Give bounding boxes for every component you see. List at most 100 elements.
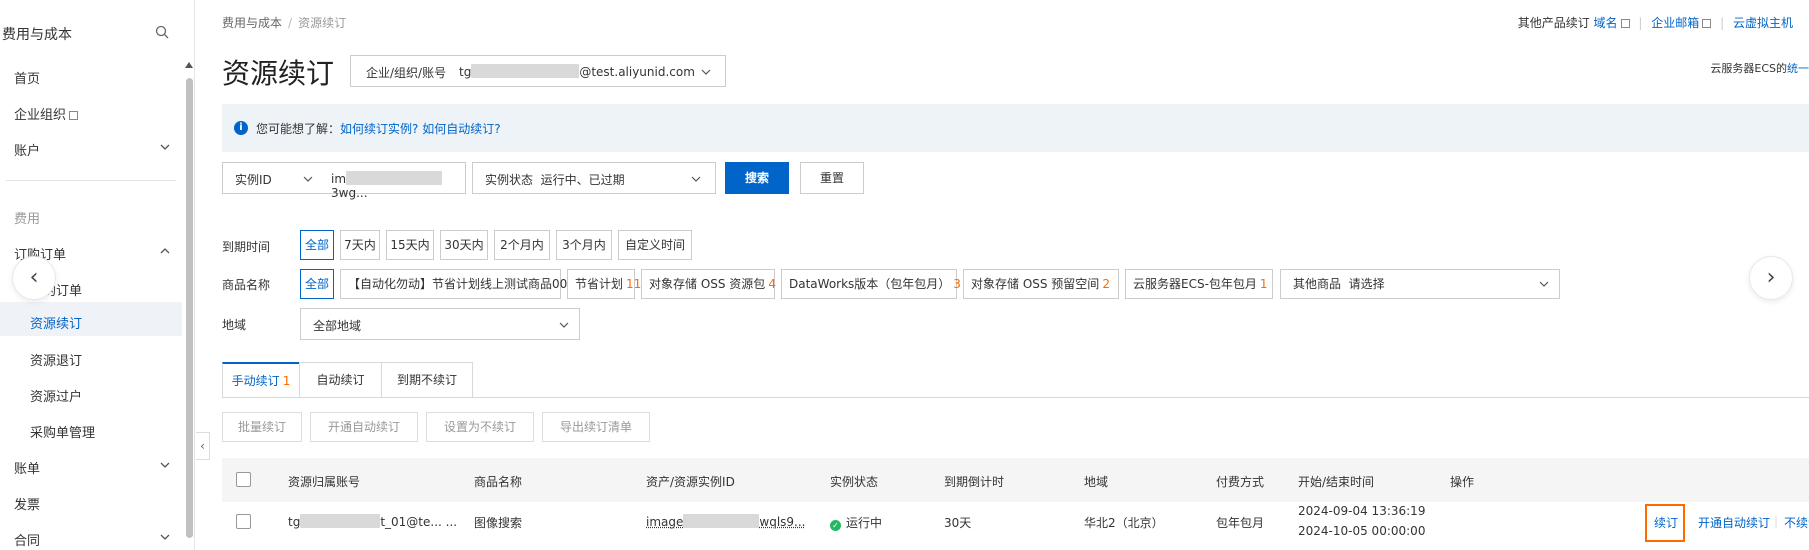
- info-link-renew[interactable]: 如何续订实例?: [340, 122, 418, 136]
- product-option[interactable]: 对象存储 OSS 资源包 4: [641, 269, 776, 299]
- chevron-down-icon: [160, 144, 170, 150]
- row-instance-id[interactable]: image wqls9...: [646, 514, 806, 529]
- region-value: 全部地域: [313, 319, 362, 333]
- sidebar-header: 费用与成本: [0, 20, 180, 46]
- chevron-down-icon: [160, 462, 170, 468]
- sidebar-item-transfer[interactable]: 资源过户: [30, 386, 82, 405]
- account-select-value: tg @test.aliyunid.com: [459, 64, 695, 79]
- expire-option-3m[interactable]: 3个月内: [556, 230, 612, 260]
- chevron-up-icon: [160, 248, 170, 254]
- search-icon[interactable]: [154, 24, 170, 40]
- account-suffix: t_01@te... ...: [380, 515, 458, 529]
- top-links: 其他产品续订 域名 | 企业邮箱 | 云虚拟主机: [1517, 16, 1793, 30]
- region-select[interactable]: 全部地域: [300, 308, 580, 340]
- sidebar-scrollbar[interactable]: [184, 62, 193, 550]
- sidebar-item-contract[interactable]: 合同: [14, 530, 40, 549]
- sidebar-item-home[interactable]: 首页: [14, 68, 40, 87]
- check-circle-icon: ✓: [830, 520, 841, 531]
- expire-option-15d[interactable]: 15天内: [386, 230, 434, 260]
- enable-auto-renew-link[interactable]: 开通自动续订: [1698, 514, 1770, 531]
- expire-option-7d[interactable]: 7天内: [340, 230, 380, 260]
- status-select[interactable]: 实例状态 运行中、已过期: [472, 162, 716, 194]
- product-option[interactable]: 【自动化勿动】节省计划线上测试商品00111: [340, 269, 593, 299]
- status-value: 运行中、已过期: [540, 173, 625, 187]
- input-prefix: im: [331, 172, 347, 186]
- tab-no-renew[interactable]: 到期不续订: [381, 362, 473, 398]
- row-region: 华北2（北京）: [1084, 516, 1164, 530]
- row-checkbox[interactable]: [236, 514, 251, 529]
- sidebar-item-refund[interactable]: 资源退订: [30, 350, 82, 369]
- scroll-up-arrow-icon[interactable]: [185, 62, 193, 68]
- sidebar-item-bill[interactable]: 账单: [14, 458, 40, 477]
- select-all-checkbox[interactable]: [236, 472, 251, 487]
- product-name: 对象存储 OSS 预留空间: [971, 277, 1100, 291]
- table-header: 资源归属账号 商品名称 资产/资源实例ID 实例状态 到期倒计时 地域 付费方式…: [222, 458, 1809, 502]
- link-mail-label: 企业邮箱: [1651, 16, 1700, 30]
- sidebar-item-invoice[interactable]: 发票: [14, 494, 40, 513]
- sidebar-title: 费用与成本: [2, 27, 72, 43]
- info-link-auto[interactable]: 如何自动续订?: [422, 122, 500, 136]
- tab-manual[interactable]: 手动续订 1: [222, 362, 300, 398]
- info-prefix: 您可能想了解：: [256, 122, 341, 136]
- right-note-link[interactable]: 统一: [1787, 62, 1809, 75]
- instance-id-input[interactable]: im3wg...: [331, 171, 465, 200]
- col-status: 实例状态: [830, 475, 879, 489]
- breadcrumb-root[interactable]: 费用与成本: [222, 16, 282, 30]
- chevron-down-icon: [559, 322, 569, 328]
- link-vhost-label: 云虚拟主机: [1732, 16, 1793, 30]
- product-option[interactable]: 对象存储 OSS 预留空间 2: [963, 269, 1119, 299]
- product-option[interactable]: DataWorks版本（包年包月） 3: [781, 269, 961, 299]
- info-bar: i 您可能想了解：如何续订实例? 如何自动续订?: [222, 104, 1809, 152]
- link-vhost[interactable]: 云虚拟主机: [1733, 16, 1793, 30]
- row-start-time: 2024-09-04 13:36:19: [1298, 504, 1426, 518]
- no-renew-link[interactable]: 不续订: [1784, 514, 1809, 531]
- product-option-all[interactable]: 全部: [300, 269, 334, 299]
- account-select[interactable]: 企业/组织/账号 tg @test.aliyunid.com: [350, 55, 726, 87]
- masked-text: [471, 64, 580, 78]
- tab-auto[interactable]: 自动续订: [299, 362, 382, 398]
- sidebar-active-highlight: [0, 302, 182, 336]
- link-domain[interactable]: 域名: [1594, 16, 1630, 30]
- info-text: 您可能想了解：如何续订实例? 如何自动续订?: [256, 120, 501, 137]
- chevron-down-icon: [701, 69, 711, 75]
- expire-option-2m[interactable]: 2个月内: [494, 230, 550, 260]
- product-option[interactable]: 云服务器ECS-包年包月 1: [1125, 269, 1273, 299]
- status-text: 运行中: [846, 516, 883, 530]
- masked-text: [300, 514, 381, 528]
- product-name: 云服务器ECS-包年包月: [1133, 277, 1257, 291]
- product-count: 3: [953, 277, 961, 291]
- enable-auto-renew-button[interactable]: 开通自动续订: [310, 412, 418, 442]
- expire-option-30d[interactable]: 30天内: [440, 230, 488, 260]
- field-select[interactable]: 实例ID: [235, 171, 272, 188]
- product-name: DataWorks版本（包年包月）: [789, 277, 951, 291]
- col-ops: 操作: [1450, 475, 1475, 489]
- product-name: 节省计划: [575, 277, 624, 291]
- external-link-icon: [69, 111, 79, 120]
- col-billing: 付费方式: [1216, 475, 1265, 489]
- product-option[interactable]: 节省计划 11: [567, 269, 641, 299]
- chevron-down-icon: [691, 176, 701, 182]
- export-button[interactable]: 导出续订清单: [542, 412, 650, 442]
- reset-button[interactable]: 重置: [800, 162, 864, 194]
- col-countdown: 到期倒计时: [944, 475, 1005, 489]
- link-mail[interactable]: 企业邮箱: [1651, 16, 1712, 30]
- sidebar-item-renew[interactable]: 资源续订: [30, 313, 82, 332]
- row-countdown: 30天: [944, 516, 972, 530]
- sidebar-item-enterprise[interactable]: 企业组织: [14, 104, 79, 123]
- instance-suffix: wqls9...: [759, 515, 806, 529]
- tab-count: 1: [282, 374, 291, 388]
- other-products-select[interactable]: 其他商品 请选择: [1280, 269, 1560, 299]
- carousel-prev-icon[interactable]: ‹: [12, 256, 56, 300]
- set-no-renew-button[interactable]: 设置为不续订: [426, 412, 534, 442]
- expire-option-custom[interactable]: 自定义时间: [618, 230, 692, 260]
- renew-link[interactable]: 续订: [1654, 514, 1678, 531]
- masked-text: [683, 514, 760, 528]
- expire-option-all[interactable]: 全部: [300, 230, 334, 260]
- batch-renew-button[interactable]: 批量续订: [222, 412, 302, 442]
- sidebar-item-purchase[interactable]: 采购单管理: [30, 422, 95, 441]
- scrollbar-thumb[interactable]: [186, 78, 193, 538]
- sidebar-item-account[interactable]: 账户: [14, 140, 40, 159]
- search-button[interactable]: 搜索: [725, 162, 789, 194]
- col-account: 资源归属账号: [288, 475, 361, 489]
- chevron-down-icon[interactable]: [303, 174, 313, 184]
